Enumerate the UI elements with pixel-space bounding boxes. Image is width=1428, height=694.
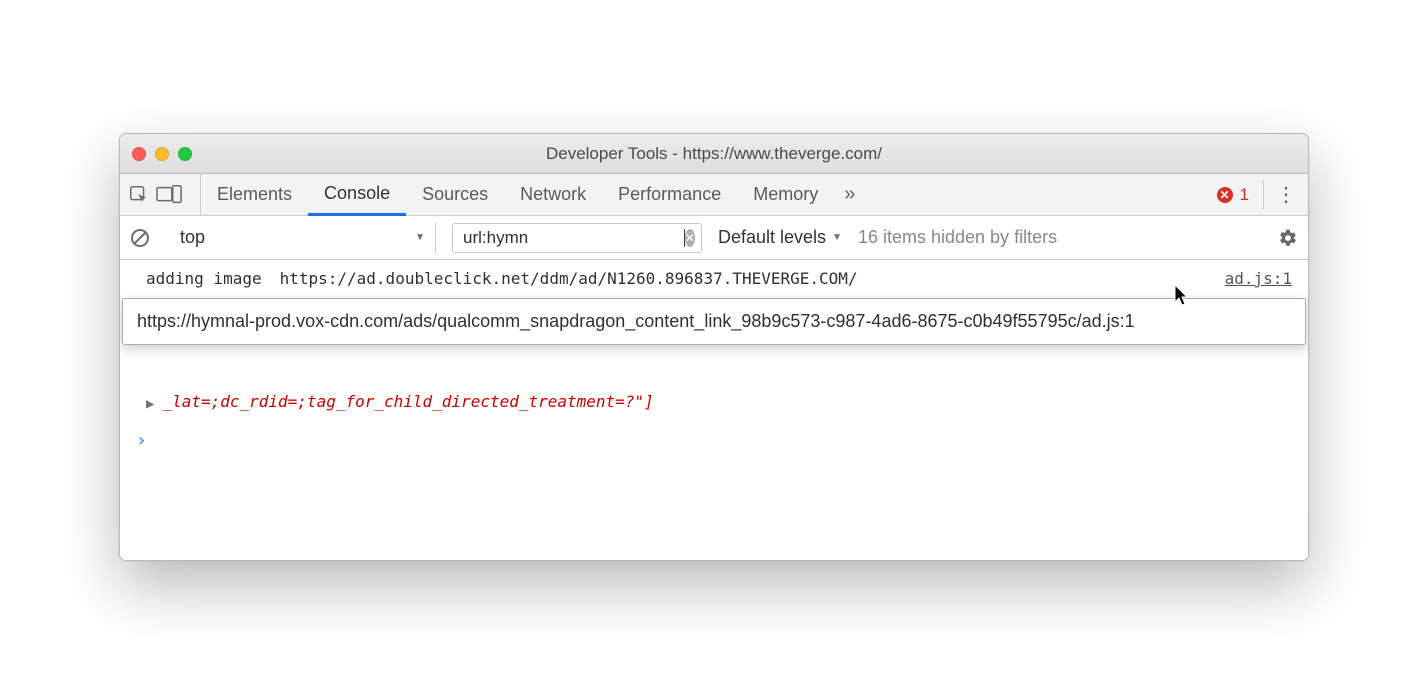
tab-memory[interactable]: Memory: [737, 174, 834, 215]
device-toggle-icon[interactable]: [156, 184, 182, 206]
minimize-window-button[interactable]: [155, 147, 169, 161]
panel-tabs: Elements Console Sources Network Perform…: [120, 174, 1308, 216]
zoom-window-button[interactable]: [178, 147, 192, 161]
console-prompt[interactable]: ›: [120, 421, 1308, 462]
error-count: 1: [1240, 185, 1249, 205]
chevron-down-icon: ▼: [832, 232, 842, 243]
source-tooltip: https://hymnal-prod.vox-cdn.com/ads/qual…: [122, 298, 1306, 345]
more-tabs-button[interactable]: »: [844, 183, 855, 206]
error-icon: ✕: [1217, 187, 1233, 203]
levels-label: Default levels: [718, 227, 826, 248]
hidden-count-label: 16 items hidden by filters: [858, 227, 1057, 248]
tab-elements[interactable]: Elements: [201, 174, 308, 215]
traffic-lights: [132, 147, 192, 161]
prompt-glyph: ›: [136, 430, 147, 451]
context-selector[interactable]: top ▼: [166, 222, 436, 254]
log-url: https://ad.doubleclick.net/ddm/ad/N1260.…: [280, 266, 858, 292]
log-label: adding image: [146, 266, 262, 292]
mouse-cursor-icon: [1173, 284, 1191, 319]
chevron-down-icon: ▼: [415, 232, 425, 243]
filter-input[interactable]: [463, 228, 684, 248]
log-levels-selector[interactable]: Default levels ▼: [718, 227, 842, 248]
log-source-link[interactable]: ad.js:1: [1225, 266, 1292, 292]
error-log-row[interactable]: ▶ _lat=;dc_rdid=;tag_for_child_directed_…: [120, 383, 1308, 421]
clear-filter-icon[interactable]: ✕: [685, 229, 695, 247]
tab-sources[interactable]: Sources: [406, 174, 504, 215]
disclosure-triangle-icon[interactable]: ▶: [146, 393, 154, 415]
titlebar: Developer Tools - https://www.theverge.c…: [120, 134, 1308, 174]
tab-network[interactable]: Network: [504, 174, 602, 215]
tab-console[interactable]: Console: [308, 175, 406, 216]
console-toolbar: top ▼ ✕ Default levels ▼ 16 items hidden…: [120, 216, 1308, 260]
log-row[interactable]: adding image https://ad.doubleclick.net/…: [120, 260, 1308, 299]
error-text: _lat=;dc_rdid=;tag_for_child_directed_tr…: [162, 389, 653, 415]
settings-menu-button[interactable]: ⋮: [1264, 185, 1308, 205]
devtools-window: Developer Tools - https://www.theverge.c…: [119, 133, 1309, 561]
console-settings-icon[interactable]: [1278, 228, 1298, 248]
tab-performance[interactable]: Performance: [602, 174, 737, 215]
error-badge[interactable]: ✕ 1: [1217, 180, 1264, 209]
clear-console-icon[interactable]: [130, 228, 150, 248]
close-window-button[interactable]: [132, 147, 146, 161]
context-value: top: [180, 227, 205, 248]
inspect-icon[interactable]: [128, 184, 150, 206]
window-title: Developer Tools - https://www.theverge.c…: [120, 144, 1308, 164]
console-body: adding image https://ad.doubleclick.net/…: [120, 260, 1308, 560]
filter-input-wrap: ✕: [452, 223, 702, 253]
